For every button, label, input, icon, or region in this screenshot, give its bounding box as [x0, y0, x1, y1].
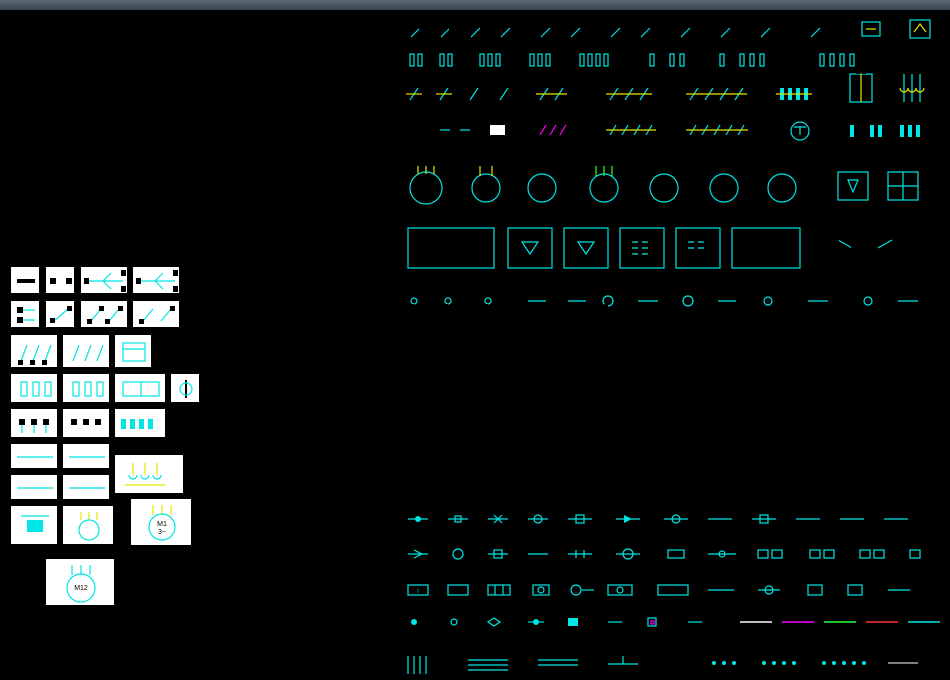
- row-breakers: [406, 70, 924, 102]
- window-titlebar: [0, 0, 950, 10]
- svg-text:I: I: [417, 589, 419, 595]
- row-enclosures: [408, 228, 892, 268]
- svg-text:3~: 3~: [482, 189, 490, 196]
- row-contacts: [406, 20, 930, 41]
- svg-text:3~: 3~: [600, 189, 608, 196]
- row-lower-1: [408, 515, 908, 523]
- row-dots: [410, 618, 702, 629]
- svg-text:M: M: [601, 181, 607, 188]
- row-mixed: [410, 122, 920, 140]
- svg-text:3~: 3~: [720, 189, 728, 196]
- svg-text:M: M: [483, 181, 489, 188]
- svg-text:3~: 3~: [778, 189, 786, 196]
- row-inline-1: [410, 296, 918, 308]
- svg-text:3~: 3~: [422, 189, 430, 196]
- svg-text:3~: 3~: [660, 189, 668, 196]
- svg-text:M: M: [661, 181, 667, 188]
- svg-text:M: M: [779, 181, 785, 188]
- svg-text:M: M: [539, 181, 545, 188]
- row-lower-2: [408, 549, 920, 559]
- row-motors: M123~ M3~ M1~ M3~ M3~ M3~ M3~: [410, 166, 918, 204]
- row-fuses: [410, 54, 854, 66]
- row-rails: [408, 656, 918, 674]
- cad-model-space[interactable]: M13~ M12 M123~ M3~ M1~ M3~: [0, 10, 950, 680]
- svg-text:M: M: [721, 181, 727, 188]
- svg-text:1~: 1~: [538, 189, 546, 196]
- svg-text:M12: M12: [419, 181, 433, 188]
- row-lower-3: I: [408, 585, 910, 595]
